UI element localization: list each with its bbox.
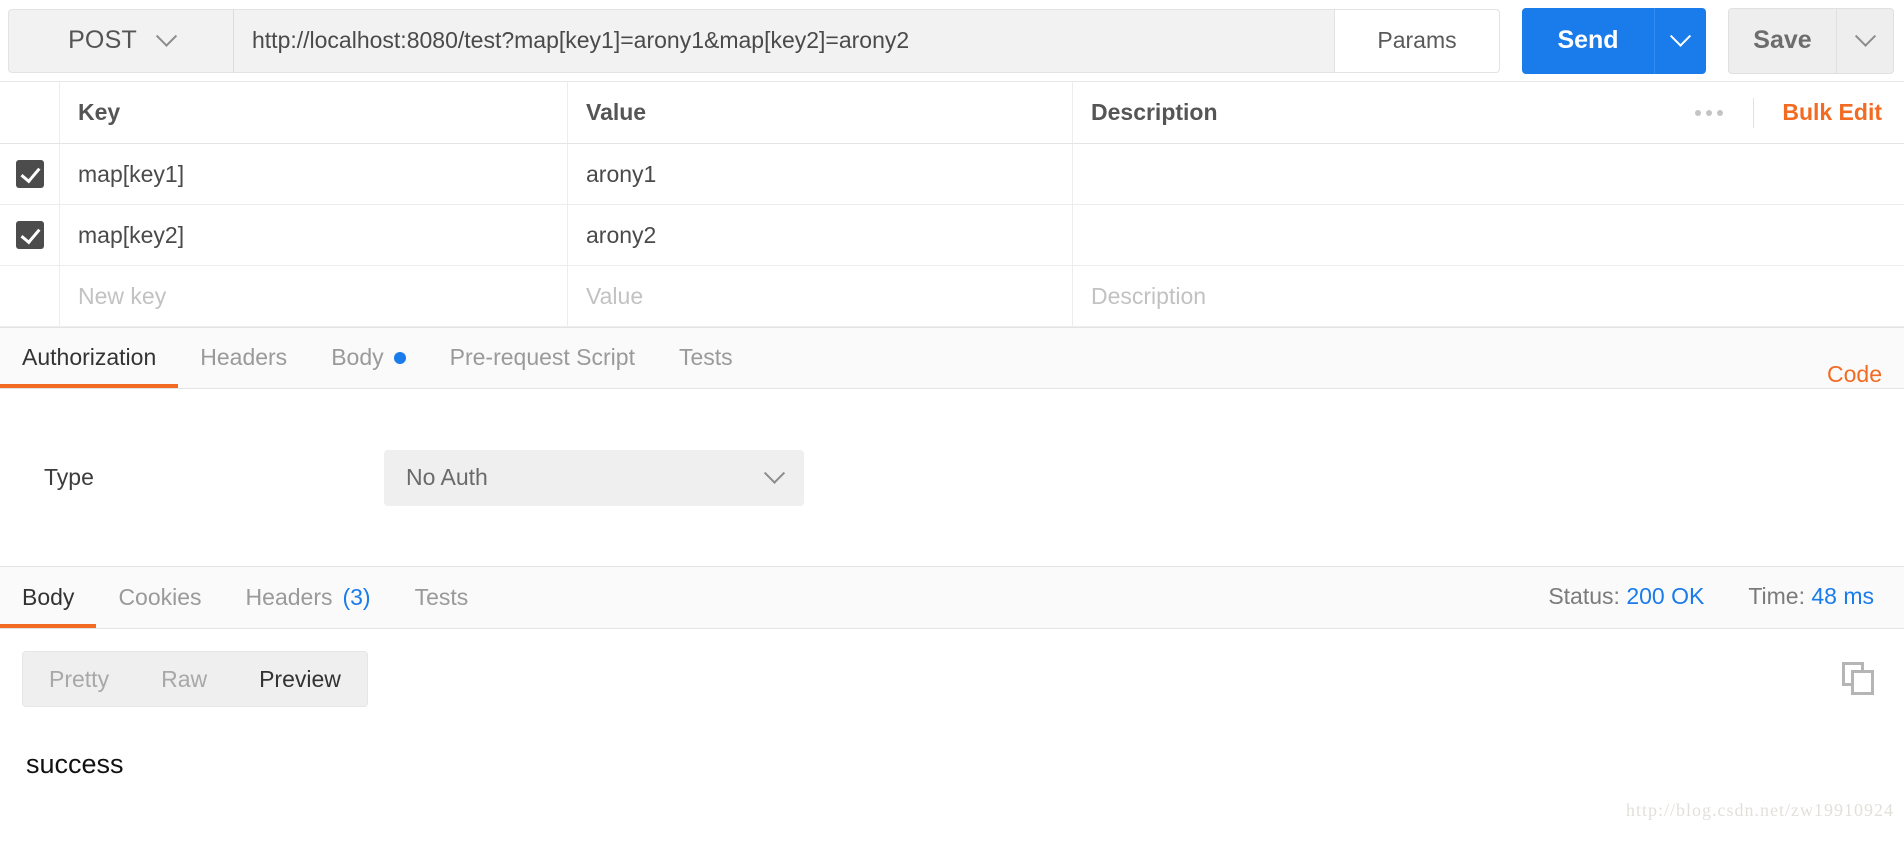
code-link[interactable]: Code (1827, 361, 1882, 388)
headers-count-badge: (3) (342, 584, 371, 610)
response-tabs: Body Cookies Headers (3) Tests Status: 2… (0, 567, 1904, 629)
format-preview-button[interactable]: Preview (233, 652, 367, 706)
new-param-description-input[interactable]: Description (1073, 266, 1904, 326)
column-header-key: Key (60, 82, 568, 143)
auth-type-value: No Auth (406, 464, 488, 490)
table-header-actions: Bulk Edit (1665, 97, 1882, 128)
send-options-button[interactable] (1654, 7, 1706, 74)
http-method-select[interactable]: POST (8, 8, 233, 73)
status-block: Status: 200 OK (1548, 583, 1704, 610)
tab-label: Body (331, 344, 384, 370)
new-param-value-input[interactable]: Value (568, 266, 1073, 326)
row-checkbox-cell (0, 205, 60, 265)
param-value-input[interactable]: arony1 (568, 144, 1073, 204)
ellipsis-icon[interactable] (1665, 97, 1755, 128)
param-description-input[interactable] (1073, 144, 1904, 204)
save-button[interactable]: Save (1728, 7, 1836, 74)
send-button[interactable]: Send (1522, 7, 1654, 74)
new-row-checkbox-cell (0, 266, 60, 326)
tab-label: Headers (245, 584, 333, 610)
tab-headers[interactable]: Headers (178, 327, 309, 388)
param-description-input[interactable] (1073, 205, 1904, 265)
row-checkbox[interactable] (15, 221, 44, 249)
row-checkbox[interactable] (15, 160, 44, 188)
tab-label: Tests (678, 344, 733, 370)
tab-tests[interactable]: Tests (657, 327, 755, 388)
time-label: Time: (1748, 583, 1805, 609)
chevron-down-icon (155, 25, 178, 47)
response-tab-body[interactable]: Body (0, 567, 97, 628)
bulk-edit-button[interactable]: Bulk Edit (1754, 99, 1882, 126)
copy-icon[interactable] (1842, 662, 1876, 696)
send-button-group: Send (1522, 7, 1706, 74)
auth-type-select[interactable]: No Auth (384, 449, 804, 506)
watermark: http://blog.csdn.net/zw19910924 (1626, 800, 1894, 820)
time-value: 48 ms (1811, 583, 1874, 609)
http-method-label: POST (68, 26, 137, 54)
auth-type-label: Type (44, 464, 94, 490)
status-value: 200 OK (1626, 583, 1705, 609)
tab-label: Pre-request Script (449, 344, 635, 370)
url-input[interactable]: http://localhost:8080/test?map[key1]=aro… (233, 8, 1334, 73)
save-options-button[interactable] (1836, 7, 1894, 74)
param-value-input[interactable]: arony2 (568, 205, 1073, 265)
chevron-down-icon (1669, 25, 1692, 47)
column-header-description-label: Description (1091, 99, 1218, 125)
postman-window: POST http://localhost:8080/test?map[key1… (0, 0, 1904, 842)
format-raw-button[interactable]: Raw (135, 652, 233, 706)
query-params-table: Key Value Description Bulk Edit map[key1… (0, 82, 1904, 327)
response-tab-headers[interactable]: Headers (3) (224, 567, 393, 628)
authorization-panel: Type No Auth (0, 389, 1904, 567)
tab-body[interactable]: Body (309, 327, 427, 388)
status-label: Status: (1548, 583, 1620, 609)
tab-pre-request-script[interactable]: Pre-request Script (428, 327, 657, 388)
tab-label: Headers (200, 344, 288, 370)
response-meta: Status: 200 OK Time: 48 ms (1548, 583, 1874, 628)
request-url-bar: POST http://localhost:8080/test?map[key1… (0, 0, 1904, 82)
response-format-bar: Pretty Raw Preview (0, 629, 1904, 707)
save-button-group: Save (1728, 7, 1894, 74)
tab-label: Cookies (118, 584, 202, 610)
param-key-input[interactable]: map[key2] (60, 205, 568, 265)
response-body-panel: Pretty Raw Preview success http://blog.c… (0, 629, 1904, 829)
new-param-key-input[interactable]: New key (60, 266, 568, 326)
params-button[interactable]: Params (1334, 8, 1500, 73)
time-block: Time: 48 ms (1748, 583, 1874, 610)
tab-label: Body (22, 584, 75, 610)
body-modified-dot-icon (393, 351, 406, 364)
param-key-input[interactable]: map[key1] (60, 144, 568, 204)
new-param-row: New key Value Description (0, 266, 1904, 327)
column-header-description: Description Bulk Edit (1073, 82, 1904, 143)
tab-label: Tests (414, 584, 469, 610)
tab-label: Authorization (22, 344, 157, 370)
tab-authorization[interactable]: Authorization (0, 327, 179, 388)
column-header-value: Value (568, 82, 1073, 143)
header-checkbox-cell (0, 82, 60, 143)
table-header-row: Key Value Description Bulk Edit (0, 82, 1904, 144)
format-pretty-button[interactable]: Pretty (23, 652, 135, 706)
response-tab-tests[interactable]: Tests (393, 567, 491, 628)
table-row: map[key1] arony1 (0, 144, 1904, 205)
response-content: success (26, 749, 124, 779)
table-row: map[key2] arony2 (0, 205, 1904, 266)
chevron-down-icon (1854, 25, 1876, 47)
response-tab-cookies[interactable]: Cookies (96, 567, 223, 628)
chevron-down-icon (763, 462, 786, 484)
response-format-toggle: Pretty Raw Preview (22, 651, 368, 707)
request-tabs: Authorization Headers Body Pre-request S… (0, 327, 1904, 389)
row-checkbox-cell (0, 144, 60, 204)
